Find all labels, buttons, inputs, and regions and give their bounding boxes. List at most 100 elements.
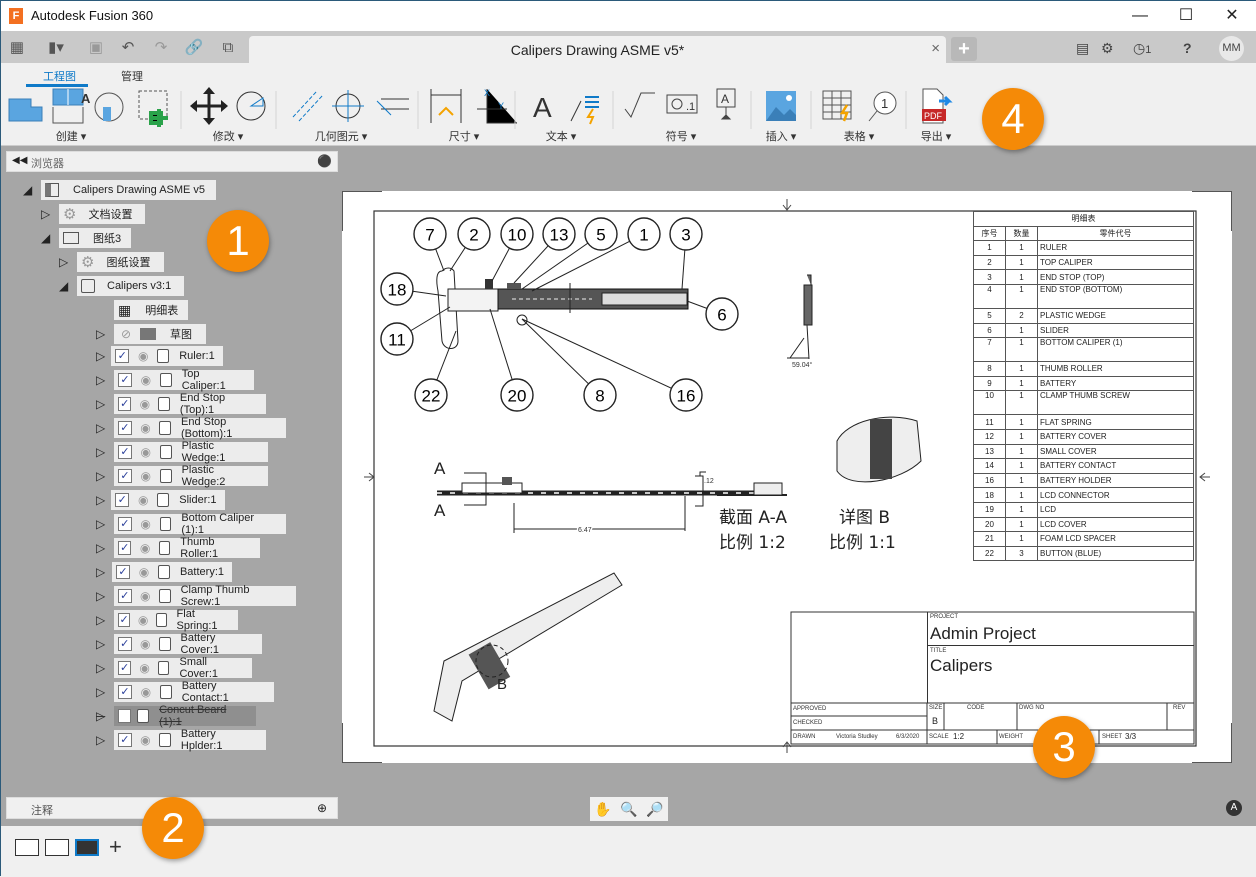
parts-list-row[interactable]: 21 1 FOAM LCD SPACER: [973, 531, 1194, 547]
tree-node-body[interactable]: ▷ ✓ ◉ Plastic Wedge:1: [96, 440, 268, 464]
center-mark-icon[interactable]: [332, 90, 364, 122]
parts-list-row[interactable]: 22 3 BUTTON (BLUE): [973, 545, 1194, 562]
eye-icon[interactable]: ◉: [136, 613, 150, 627]
projected-view-icon[interactable]: [52, 88, 84, 124]
parts-list-row[interactable]: 16 1 BATTERY HOLDER: [973, 472, 1194, 489]
visibility-checkbox[interactable]: [118, 709, 132, 723]
eye-icon[interactable]: ◉: [135, 493, 151, 507]
visibility-checkbox[interactable]: ✓: [118, 661, 132, 675]
visibility-checkbox[interactable]: ✓: [118, 397, 132, 411]
expand-icon[interactable]: ▷: [96, 733, 108, 747]
ordinate-dimension-icon[interactable]: XY: [477, 88, 517, 124]
expand-icon[interactable]: ▷: [96, 589, 108, 603]
tree-node-sketches[interactable]: ▷ ⊘ 草图: [96, 324, 206, 344]
visibility-checkbox[interactable]: ✓: [118, 469, 132, 483]
undo-icon[interactable]: ↶: [118, 38, 138, 58]
group-export[interactable]: 导出 ▾: [906, 128, 966, 144]
visibility-checkbox[interactable]: ✓: [118, 589, 132, 603]
wrench-icon[interactable]: ⚙: [1101, 38, 1114, 58]
insert-image-icon[interactable]: [766, 91, 796, 121]
visibility-checkbox[interactable]: ✓: [118, 733, 132, 747]
sheet-thumbnail-2[interactable]: [45, 839, 69, 856]
tab-drawing[interactable]: 工程图: [43, 68, 76, 84]
expand-icon[interactable]: ▷: [41, 207, 53, 221]
group-geometry[interactable]: 几何图元 ▾: [301, 128, 381, 144]
expand-icon[interactable]: ▷: [96, 373, 108, 387]
tree-node-body[interactable]: ▷ ✓ ◉ Clamp Thumb Screw:1: [96, 584, 296, 608]
parts-list-row[interactable]: 18 1 LCD CONNECTOR: [973, 487, 1194, 503]
parts-list-row[interactable]: 1 1 RULER: [973, 240, 1194, 256]
tree-node-root[interactable]: ◢ Calipers Drawing ASME v5: [23, 180, 216, 200]
expand-icon[interactable]: ▷: [96, 327, 108, 341]
save-icon[interactable]: ▣: [86, 38, 106, 58]
minimize-button[interactable]: —: [1117, 1, 1163, 31]
parts-list-row[interactable]: 13 1 SMALL COVER: [973, 443, 1194, 460]
browser-header[interactable]: ◀◀ 浏览器 ⚫: [6, 151, 338, 172]
section-view-icon[interactable]: A: [81, 91, 124, 122]
zoom-window-icon[interactable]: 🔍: [620, 801, 637, 818]
group-tables[interactable]: 表格 ▾: [829, 128, 889, 144]
leader-text-icon[interactable]: [570, 96, 599, 125]
export-pdf-icon[interactable]: PDF: [922, 88, 953, 124]
tree-node-body[interactable]: ▷ ✓ ◉ Ruler:1: [96, 346, 223, 366]
feature-control-frame-icon[interactable]: .1: [666, 94, 698, 114]
tree-node-component[interactable]: ◢ Calipers v3:1: [59, 276, 184, 296]
dimension-icon[interactable]: [430, 89, 462, 123]
redo-icon[interactable]: ↷: [151, 38, 171, 58]
eye-icon[interactable]: ◉: [137, 661, 152, 675]
close-tab-icon[interactable]: ×: [931, 40, 940, 57]
eye-icon[interactable]: ◉: [138, 733, 154, 747]
tree-node-body[interactable]: ▷ ✓ ◉ Battery Cover:1: [96, 632, 262, 656]
parts-list-row[interactable]: 20 1 LCD COVER: [973, 516, 1194, 533]
eye-icon[interactable]: ◉: [135, 349, 151, 363]
parts-list-row[interactable]: 9 1 BATTERY: [973, 375, 1194, 392]
expand-icon[interactable]: ▷: [96, 493, 105, 507]
visibility-checkbox[interactable]: ✓: [115, 349, 130, 363]
move-icon[interactable]: [190, 87, 228, 125]
collapse-icon[interactable]: ◢: [59, 279, 71, 293]
visibility-checkbox[interactable]: ✓: [118, 373, 132, 387]
view-cube-icon[interactable]: A: [1226, 800, 1242, 816]
tree-node-body[interactable]: ▷ ✓ ◉ Battery Contact:1: [96, 680, 274, 704]
tree-node-body[interactable]: ▷ ✓ ◉ Battery:1: [96, 562, 232, 582]
group-symbols[interactable]: 符号 ▾: [651, 128, 711, 144]
visibility-checkbox[interactable]: ✓: [118, 637, 132, 651]
parts-list-row[interactable]: 8 1 THUMB ROLLER: [973, 361, 1194, 377]
centerline-icon[interactable]: [292, 90, 324, 122]
tree-node-parts-list[interactable]: ▦ 明细表: [114, 300, 188, 320]
tree-node-sheet-settings[interactable]: ▷ ⚙ 图纸设置: [59, 252, 164, 272]
parts-list-row[interactable]: 4 1 END STOP (BOTTOM): [973, 283, 1194, 309]
copy-icon[interactable]: ⧉: [218, 38, 238, 58]
drawing-sheet[interactable]: 59.04° 7 2 10 13 5 1 3 18 6 11 22 20 8 16 6.47 .12 A …: [342, 191, 1232, 763]
tree-node-document-settings[interactable]: ▷ ⚙ 文档设置: [41, 204, 145, 224]
expand-icon[interactable]: ▷: [96, 349, 105, 363]
visibility-checkbox[interactable]: ✓: [118, 685, 132, 699]
pan-icon[interactable]: ✋: [594, 801, 611, 818]
visibility-checkbox[interactable]: ✓: [118, 445, 132, 459]
rotate-icon[interactable]: [236, 91, 266, 121]
parts-list-row[interactable]: 12 1 BATTERY COVER: [973, 428, 1194, 445]
eye-icon[interactable]: ◉: [138, 373, 154, 387]
parts-list-row[interactable]: 10 1 CLAMP THUMB SCREW: [973, 390, 1194, 416]
close-window-button[interactable]: ✕: [1209, 1, 1255, 31]
group-modify[interactable]: 修改 ▾: [198, 128, 258, 144]
job-status-icon[interactable]: ◷1: [1133, 38, 1151, 58]
collapse-browser-icon[interactable]: ◀◀: [12, 155, 27, 166]
eye-icon[interactable]: ◉: [137, 397, 152, 411]
expand-icon[interactable]: ▷: [96, 397, 108, 411]
expand-icon[interactable]: ▷: [96, 685, 108, 699]
balloon-icon[interactable]: 1: [868, 91, 897, 122]
notification-icon[interactable]: ▤: [1076, 38, 1089, 58]
visibility-checkbox[interactable]: ✓: [115, 493, 130, 507]
expand-icon[interactable]: ▷: [96, 517, 108, 531]
eye-icon[interactable]: ◉: [137, 541, 152, 555]
expand-icon[interactable]: ▷: [96, 709, 108, 723]
parts-list-row[interactable]: 2 1 TOP CALIPER: [973, 254, 1194, 271]
expand-icon[interactable]: ▷: [96, 565, 106, 579]
expand-icon[interactable]: ▷: [96, 613, 108, 627]
tree-node-body[interactable]: ▷ ✓ ◉ Top Caliper:1: [96, 368, 254, 392]
add-sheet-button[interactable]: +: [109, 834, 122, 860]
tree-node-body[interactable]: ▷ ✓ ◉ End Stop (Top):1: [96, 392, 266, 416]
expand-notes-icon[interactable]: ⊕: [317, 801, 327, 815]
group-dimensions[interactable]: 尺寸 ▾: [434, 128, 494, 144]
